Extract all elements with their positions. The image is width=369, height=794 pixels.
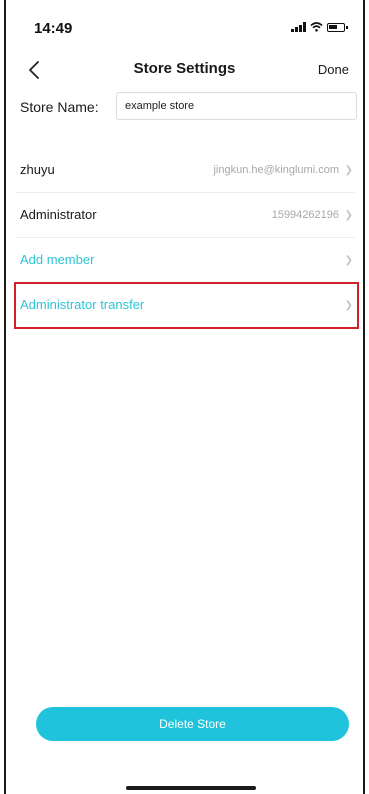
chevron-right-icon: ❯: [344, 210, 353, 221]
phone-screen: 14:49 Store Settings Done Store Name: zh…: [4, 0, 365, 794]
done-button[interactable]: Done: [318, 62, 349, 77]
member-row-administrator[interactable]: Administrator 15994262196 ❯: [16, 193, 355, 238]
member-email: jingkun.he@kinglumi.com: [213, 164, 339, 176]
status-icons: [291, 22, 348, 32]
status-time: 14:49: [34, 20, 73, 37]
member-name: Administrator: [20, 207, 97, 222]
battery-icon: [327, 22, 348, 32]
status-bar: 14:49: [6, 0, 363, 56]
store-name-row: Store Name:: [16, 92, 357, 122]
member-phone: 15994262196: [271, 209, 339, 221]
signal-icon: [291, 22, 306, 32]
member-row-zhuyu[interactable]: zhuyu jingkun.he@kinglumi.com ❯: [16, 148, 355, 193]
nav-bar: Store Settings Done: [6, 56, 363, 86]
member-name: zhuyu: [20, 162, 55, 177]
add-member-label: Add member: [20, 252, 95, 267]
home-indicator: [126, 786, 256, 790]
chevron-right-icon: ❯: [344, 165, 353, 176]
store-name-input[interactable]: [116, 92, 357, 120]
administrator-transfer-row[interactable]: Administrator transfer ❯: [14, 282, 359, 329]
add-member-row[interactable]: Add member ❯: [16, 238, 355, 283]
page-title: Store Settings: [133, 60, 236, 77]
wifi-icon: [310, 22, 323, 32]
delete-store-button[interactable]: Delete Store: [36, 707, 349, 741]
chevron-right-icon: ❯: [344, 300, 353, 311]
chevron-right-icon: ❯: [344, 255, 353, 266]
administrator-transfer-label: Administrator transfer: [20, 297, 145, 312]
store-name-label: Store Name:: [20, 99, 99, 115]
member-list: zhuyu jingkun.he@kinglumi.com ❯ Administ…: [14, 148, 359, 329]
